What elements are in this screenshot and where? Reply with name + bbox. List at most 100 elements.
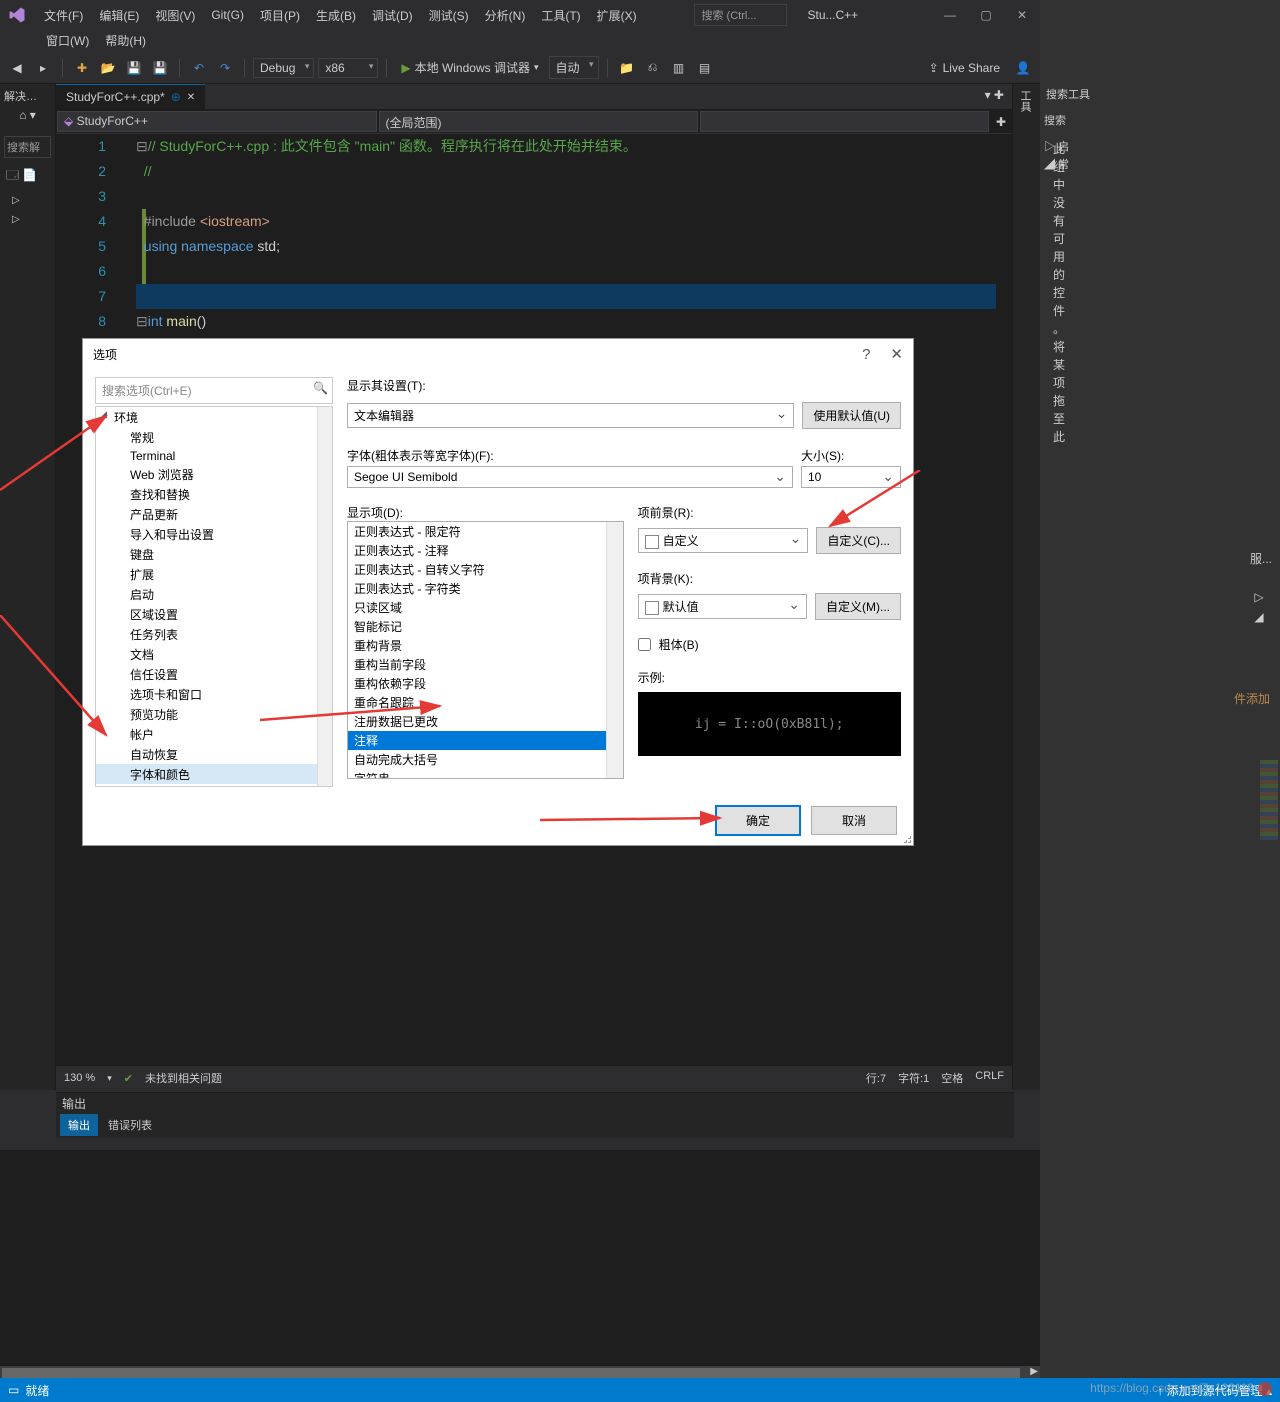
solution-search[interactable]: 搜索解 [4, 136, 51, 158]
options-tree[interactable]: ◢环境 常规 Terminal Web 浏览器 查找和替换 产品更新 导入和导出… [95, 406, 333, 787]
menu-view[interactable]: 视图(V) [151, 5, 199, 26]
toolbox-collapsed[interactable]: 工具 [1012, 84, 1040, 1090]
nav-bar[interactable]: ⬙ StudyForC++ (全局范围) ✚ [56, 110, 1012, 134]
tree-updates[interactable]: 产品更新 [96, 504, 332, 524]
dialog-close-icon[interactable]: ✕ [890, 345, 903, 363]
menu-debug[interactable]: 调试(D) [368, 5, 417, 26]
account-button[interactable]: 👤 [1012, 57, 1034, 79]
tb-icon2[interactable]: ⎌ [642, 57, 664, 79]
code-body[interactable]: ⊟// StudyForC++.cpp : 此文件包含 "main" 函数。程序… [136, 134, 996, 334]
tree-findreplace[interactable]: 查找和替换 [96, 484, 332, 504]
new-button[interactable]: ✚ [71, 57, 93, 79]
solution-explorer-collapsed[interactable]: 解决… ⌂ ▾ 搜索解 🗔 📄 ▷ ▷ [0, 84, 56, 1090]
fg-combo[interactable]: 自定义 [638, 528, 809, 553]
auto-combo[interactable]: 自动 [549, 56, 599, 79]
menu-extensions[interactable]: 扩展(X) [593, 5, 641, 26]
save-button[interactable]: 💾 [123, 57, 145, 79]
rhs-tabs[interactable]: 搜索工具 [1046, 86, 1090, 102]
doc-well-options[interactable]: ▾ ✚ [977, 84, 1012, 109]
display-item[interactable]: 注册数据已更改 [348, 712, 623, 731]
open-button[interactable]: 📂 [97, 57, 119, 79]
back-button[interactable]: ◀ [6, 57, 28, 79]
document-tab[interactable]: StudyForC++.cpp* ⊕ ✕ [56, 84, 205, 109]
minimize-button[interactable]: — [932, 1, 968, 29]
display-item[interactable]: 正则表达式 - 注释 [348, 541, 623, 560]
menu-window[interactable]: 窗口(W) [42, 30, 93, 52]
menu-help[interactable]: 帮助(H) [101, 30, 150, 52]
tree-keyboard[interactable]: 键盘 [96, 544, 332, 564]
display-item[interactable]: 正则表达式 - 自转义字符 [348, 560, 623, 579]
split-icon[interactable]: ✚ [990, 110, 1012, 133]
display-items-listbox[interactable]: 正则表达式 - 限定符正则表达式 - 注释正则表达式 - 自转义字符正则表达式 … [347, 521, 624, 779]
tb-icon1[interactable]: 📁 [616, 57, 638, 79]
options-search[interactable]: 搜索选项(Ctrl+E) [95, 377, 333, 404]
insert-mode[interactable]: 空格 [941, 1070, 963, 1086]
tree-tasklist[interactable]: 任务列表 [96, 624, 332, 644]
size-combo[interactable]: 10 [801, 466, 901, 488]
menu-file[interactable]: 文件(F) [40, 5, 87, 26]
display-item[interactable]: 重命名跟踪 [348, 693, 623, 712]
display-item[interactable]: 重构背景 [348, 636, 623, 655]
display-item[interactable]: 正则表达式 - 限定符 [348, 522, 623, 541]
expand-icon[interactable]: ▷ [0, 191, 55, 210]
close-button[interactable]: ✕ [1004, 1, 1040, 29]
dialog-help-icon[interactable]: ? [862, 346, 870, 363]
show-settings-combo[interactable]: 文本编辑器 [347, 403, 794, 428]
display-item[interactable]: 重构依赖字段 [348, 674, 623, 693]
tree-region[interactable]: 区域设置 [96, 604, 332, 624]
display-item[interactable]: 重构当前字段 [348, 655, 623, 674]
tree-general[interactable]: 常规 [96, 427, 332, 447]
menu-git[interactable]: Git(G) [207, 6, 248, 24]
tree-documents[interactable]: 文档 [96, 644, 332, 664]
output-tab[interactable]: 输出 [60, 1114, 98, 1136]
display-item[interactable]: 只读区域 [348, 598, 623, 617]
forward-button[interactable]: ▸ [32, 57, 54, 79]
lineending[interactable]: CRLF [975, 1070, 1004, 1086]
solution-node[interactable]: 🗔 📄 [0, 162, 55, 191]
expand-icon2[interactable]: ▷ [0, 210, 55, 229]
tb-icon4[interactable]: ▤ [694, 57, 716, 79]
member-dropdown[interactable] [700, 111, 989, 132]
platform-combo[interactable]: x86 [318, 58, 378, 78]
func-dropdown[interactable]: (全局范围) [379, 111, 699, 132]
undo-button[interactable]: ↶ [188, 57, 210, 79]
tree-autorecover[interactable]: 自动恢复 [96, 744, 332, 764]
close-tab-icon[interactable]: ✕ [187, 92, 195, 103]
tree-terminal[interactable]: Terminal [96, 447, 332, 464]
char-indicator[interactable]: 字符:1 [898, 1070, 929, 1086]
cancel-button[interactable]: 取消 [811, 806, 897, 835]
menu-tools[interactable]: 工具(T) [537, 5, 584, 26]
server-panel-tab[interactable]: 服... [1250, 550, 1272, 567]
error-list-tab[interactable]: 错误列表 [100, 1114, 160, 1136]
saveall-button[interactable]: 💾 [149, 57, 171, 79]
rhs-search[interactable]: 搜索 [1044, 112, 1080, 128]
menu-build[interactable]: 生成(B) [312, 5, 360, 26]
bg-combo[interactable]: 默认值 [638, 594, 807, 619]
tree-environment[interactable]: ◢环境 [96, 407, 332, 427]
bold-checkbox[interactable]: 粗体(B) [638, 636, 901, 653]
tree-webbrowser[interactable]: Web 浏览器 [96, 464, 332, 484]
liveshare-button[interactable]: ⇪ Live Share [929, 61, 1000, 75]
menu-project[interactable]: 项目(P) [256, 5, 304, 26]
scope-dropdown[interactable]: ⬙ StudyForC++ [57, 111, 377, 132]
tree-tabs[interactable]: 选项卡和窗口 [96, 684, 332, 704]
menu-analyze[interactable]: 分析(N) [481, 5, 530, 26]
titlebar-search[interactable]: 搜索 (Ctrl... [694, 4, 787, 26]
display-item[interactable]: 正则表达式 - 字符类 [348, 579, 623, 598]
redo-button[interactable]: ↷ [214, 57, 236, 79]
font-combo[interactable]: Segoe UI Semibold [347, 466, 793, 488]
tree-startup[interactable]: 启动 [96, 584, 332, 604]
tree-fontscolors[interactable]: 字体和颜色 [96, 764, 332, 784]
tree-importexport[interactable]: 导入和导出设置 [96, 524, 332, 544]
start-debug-button[interactable]: ▶ 本地 Windows 调试器 ▾ [395, 57, 544, 78]
custom-bg-button[interactable]: 自定义(M)... [815, 593, 901, 620]
config-combo[interactable]: Debug [253, 58, 314, 78]
line-indicator[interactable]: 行:7 [866, 1070, 886, 1086]
output-pane[interactable]: 输出 输出 错误列表 [56, 1092, 1014, 1138]
tree-projects[interactable]: ▷项目和解决方案 [96, 784, 332, 787]
solution-tab[interactable]: 解决… [0, 84, 55, 108]
menubar-row2[interactable]: 窗口(W) 帮助(H) [0, 30, 1040, 52]
display-item[interactable]: 注释 [348, 731, 623, 750]
home-icon[interactable]: ⌂ ▾ [0, 108, 55, 132]
menu-edit[interactable]: 编辑(E) [95, 5, 143, 26]
